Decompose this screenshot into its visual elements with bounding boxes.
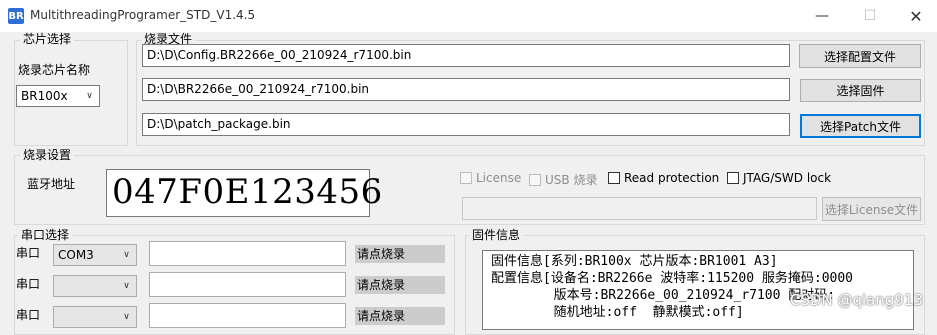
- close-icon[interactable]: ✕: [906, 6, 926, 26]
- firmware-info-group-title: 固件信息: [469, 228, 524, 242]
- serial-port-group-title: 串口选择: [18, 228, 73, 242]
- bt-address-label: 蓝牙地址: [27, 177, 76, 191]
- bt-address-input[interactable]: 047F0E123456: [106, 169, 382, 217]
- serial-port-label: 串口: [16, 308, 41, 322]
- select-license-file-button[interactable]: 选择License文件: [822, 197, 921, 221]
- license-checkbox[interactable]: License: [460, 171, 521, 185]
- chevron-down-icon: ∨: [86, 91, 93, 101]
- firmware-info-line: 配置信息[设备名:BR2266e 波特率:115200 服务掩码:0000: [491, 271, 854, 286]
- burn-settings-group-title: 烧录设置: [20, 148, 75, 162]
- burn-status: 请点烧录: [355, 307, 445, 325]
- serial-port-value: COM3: [58, 248, 94, 262]
- select-firmware-button[interactable]: 选择固件: [800, 79, 921, 102]
- patch-file-path[interactable]: D:\D\patch_package.bin: [142, 113, 790, 136]
- read-protection-checkbox-box[interactable]: [608, 172, 620, 184]
- jtag-swd-lock-checkbox-box[interactable]: [727, 172, 739, 184]
- serial-port-dropdown[interactable]: ∨: [53, 275, 137, 297]
- license-checkbox-box[interactable]: [460, 172, 472, 184]
- burn-progress-field: [149, 241, 346, 266]
- chevron-down-icon: ∨: [123, 281, 130, 291]
- read-protection-checkbox-label: Read protection: [624, 171, 720, 185]
- serial-port-dropdown[interactable]: COM3 ∨: [53, 244, 137, 266]
- serial-port-dropdown[interactable]: ∨: [53, 306, 137, 328]
- serial-port-label: 串口: [16, 277, 41, 291]
- serial-port-label: 串口: [16, 246, 41, 260]
- license-file-path[interactable]: [462, 197, 817, 220]
- select-config-file-button[interactable]: 选择配置文件: [799, 44, 921, 68]
- burn-progress-field: [149, 303, 346, 328]
- jtag-swd-lock-checkbox-label: JTAG/SWD lock: [743, 171, 832, 185]
- window-title: MultithreadingProgramer_STD_V1.4.5: [30, 8, 256, 22]
- chip-select-group-title: 芯片选择: [20, 32, 75, 46]
- firmware-file-path[interactable]: D:\D\BR2266e_00_210924_r7100.bin: [142, 78, 790, 101]
- maximize-icon[interactable]: ☐: [860, 6, 880, 26]
- chip-name-value: BR100x: [21, 89, 68, 103]
- firmware-info-text: 固件信息[系列:BR100x 芯片版本:BR1001 A3] 配置信息[设备名:…: [482, 250, 914, 330]
- license-checkbox-label: License: [476, 171, 522, 185]
- chip-name-label: 烧录芯片名称: [18, 63, 91, 77]
- jtag-swd-lock-checkbox[interactable]: JTAG/SWD lock: [727, 171, 831, 185]
- firmware-info-line: 随机地址:off 静默模式:off]: [491, 305, 744, 320]
- watermark: CSDN @qiang913: [789, 291, 923, 309]
- chevron-down-icon: ∨: [123, 250, 130, 260]
- app-logo-icon: BR: [8, 8, 24, 24]
- chip-name-dropdown[interactable]: BR100x ∨: [16, 85, 100, 107]
- usb-burn-checkbox[interactable]: USB 烧录: [529, 171, 597, 188]
- config-file-path[interactable]: D:\D\Config.BR2266e_00_210924_r7100.bin: [142, 44, 790, 67]
- minimize-icon[interactable]: —: [812, 6, 832, 26]
- burn-status: 请点烧录: [355, 245, 445, 263]
- firmware-info-line: 固件信息[系列:BR100x 芯片版本:BR1001 A3]: [491, 254, 778, 269]
- firmware-info-line: 版本号:BR2266e_00_210924_r7100 配对码:: [491, 288, 836, 303]
- read-protection-checkbox[interactable]: Read protection: [608, 171, 719, 185]
- usb-burn-checkbox-box[interactable]: [529, 173, 541, 186]
- burn-progress-field: [149, 272, 346, 297]
- select-patch-file-button[interactable]: 选择Patch文件: [800, 114, 921, 138]
- burn-status: 请点烧录: [355, 276, 445, 294]
- usb-burn-checkbox-label: USB 烧录: [545, 173, 598, 187]
